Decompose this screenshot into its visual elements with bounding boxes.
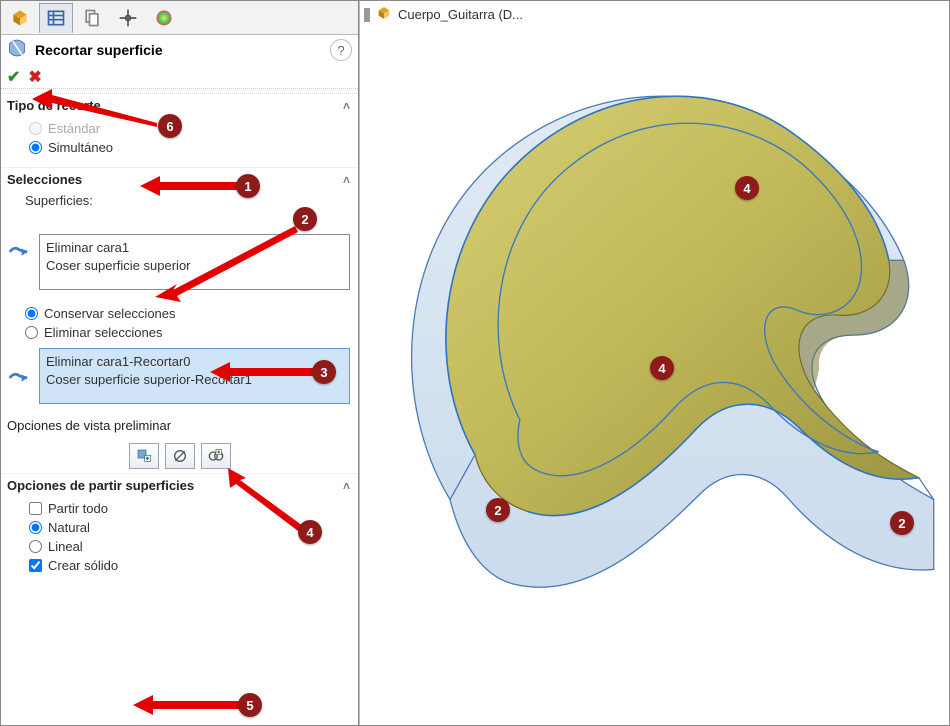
annotation-badge: 2	[293, 207, 317, 231]
help-icon[interactable]: ?	[330, 39, 352, 61]
annotation-arrow	[32, 85, 167, 140]
radio-natural-label: Natural	[48, 520, 90, 535]
tab-feature-manager[interactable]	[3, 3, 37, 33]
check-split-all-input[interactable]	[29, 502, 42, 515]
radio-keep-label: Conservar selecciones	[44, 306, 176, 321]
check-create-solid[interactable]: Crear sólido	[29, 556, 350, 575]
surfaces-icon	[7, 241, 29, 263]
tab-property-manager[interactable]	[39, 3, 73, 33]
annotation-badge: 2	[486, 498, 510, 522]
check-create-solid-input[interactable]	[29, 559, 42, 572]
panel-tabs	[1, 1, 358, 35]
app-root: Recortar superficie ? ✔ ✖ Tipo de recort…	[0, 0, 950, 726]
graphics-viewport[interactable]: Cuerpo_Guitarra (D...	[359, 1, 949, 725]
chevron-up-icon: ˄	[343, 173, 350, 187]
radio-remove-label: Eliminar selecciones	[44, 325, 163, 340]
preview-options-label: Opciones de vista preliminar	[1, 414, 358, 437]
radio-simultaneous-label: Simultáneo	[48, 140, 113, 155]
annotation-arrow	[218, 468, 308, 538]
check-create-solid-label: Crear sólido	[48, 558, 118, 573]
radio-natural-input[interactable]	[29, 521, 42, 534]
feature-title: Recortar superficie	[35, 42, 163, 58]
chevron-up-icon: ˄	[343, 99, 350, 113]
annotation-badge: 5	[238, 693, 262, 717]
radio-simultaneous-input[interactable]	[29, 141, 42, 154]
check-split-all-label: Partir todo	[48, 501, 108, 516]
radio-remove-input[interactable]	[25, 326, 38, 339]
tab-config-manager[interactable]	[75, 3, 109, 33]
cancel-icon[interactable]: ✖	[28, 67, 41, 87]
annotation-badge: 4	[735, 176, 759, 200]
annotation-badge: 2	[890, 511, 914, 535]
annotation-arrow	[140, 176, 240, 201]
radio-linear-input[interactable]	[29, 540, 42, 553]
section-title: Selecciones	[7, 172, 82, 187]
preview-add-button[interactable]	[129, 443, 159, 469]
radio-simultaneous[interactable]: Simultáneo	[29, 138, 350, 157]
annotation-badge: 3	[312, 360, 336, 384]
annotation-badge: 1	[236, 174, 260, 198]
tab-dim-manager[interactable]	[111, 3, 145, 33]
preview-show-button[interactable]	[201, 443, 231, 469]
trim-surface-icon	[7, 38, 27, 63]
preview-toolbar	[1, 437, 358, 469]
annotation-arrow	[210, 362, 315, 387]
preview-hide-button[interactable]	[165, 443, 195, 469]
annotation-badge: 4	[650, 356, 674, 380]
radio-remove-selections[interactable]: Eliminar selecciones	[25, 323, 350, 342]
annotation-badge: 6	[158, 114, 182, 138]
annotation-badge: 4	[298, 520, 322, 544]
radio-linear-label: Lineal	[48, 539, 83, 554]
annotation-arrow	[133, 695, 241, 720]
tab-appearances[interactable]	[147, 3, 181, 33]
radio-keep-input[interactable]	[25, 307, 38, 320]
accept-icon[interactable]: ✔	[7, 67, 20, 87]
feature-header: Recortar superficie ?	[1, 35, 358, 65]
chevron-up-icon: ˄	[343, 479, 350, 493]
section-title: Opciones de vista preliminar	[7, 418, 171, 433]
result-icon	[7, 367, 29, 389]
annotation-arrow	[155, 222, 300, 307]
section-title: Opciones de partir superficies	[7, 478, 194, 493]
